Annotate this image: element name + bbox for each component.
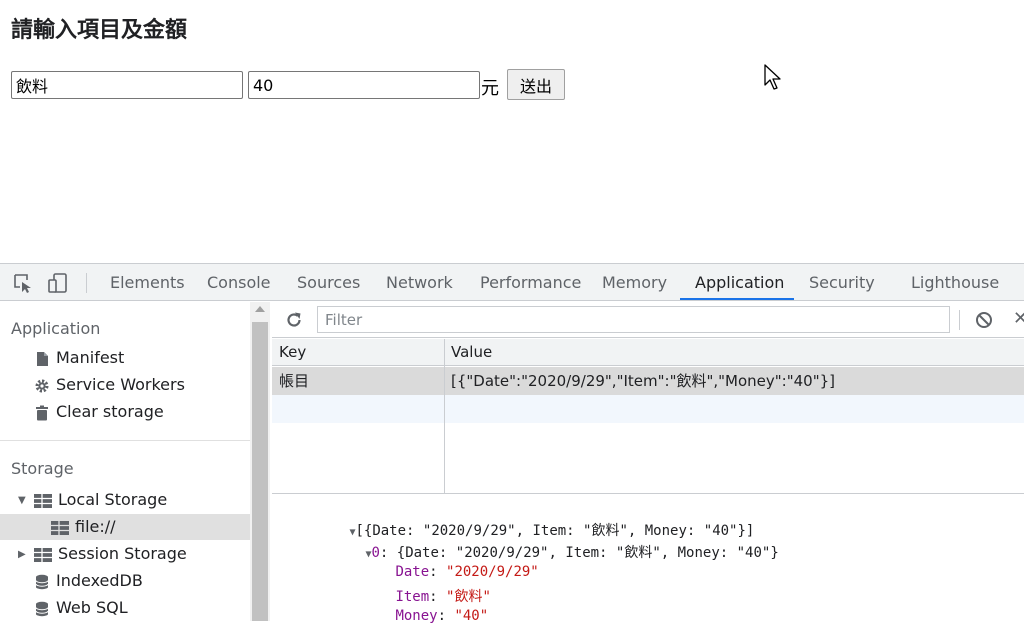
field-value: "40" [454, 608, 489, 624]
table-grid-icon [34, 547, 52, 562]
tab-security[interactable]: Security [809, 264, 875, 301]
sidebar-item-indexeddb[interactable]: IndexedDB [34, 568, 143, 594]
sidebar-item-local-storage[interactable]: Local Storage [34, 487, 167, 513]
sidebar-item-local-storage-file[interactable]: file:// [51, 514, 116, 540]
tab-memory[interactable]: Memory [602, 264, 667, 301]
sidebar-header-application: Application [11, 319, 101, 338]
column-divider[interactable] [444, 339, 445, 493]
sidebar-item-label: Session Storage [58, 544, 187, 563]
tab-network[interactable]: Network [386, 264, 453, 301]
table-header: Key Value [272, 339, 1024, 366]
database-icon [35, 601, 49, 616]
sidebar-item-label: IndexedDB [56, 571, 143, 590]
sidebar-item-label: Manifest [56, 348, 125, 367]
clear-all-icon[interactable] [975, 311, 993, 329]
tab-console[interactable]: Console [207, 264, 271, 301]
trash-icon [36, 405, 48, 420]
delete-selected-icon[interactable]: ✕ [1013, 308, 1024, 329]
table-grid-icon [51, 520, 69, 535]
scrollbar-thumb[interactable] [252, 322, 268, 621]
local-storage-view: ✕ Key Value 帳目 [{"Date":"2020/9/29","Ite… [272, 302, 1024, 624]
sidebar-selection-highlight [0, 514, 250, 540]
gear-icon [35, 379, 49, 392]
preview-field-money: Money: "40" [328, 592, 488, 640]
sidebar-header-storage: Storage [11, 459, 74, 478]
sidebar-item-label: file:// [75, 517, 116, 536]
sidebar-item-label: Web SQL [56, 598, 128, 617]
cell-key[interactable]: 帳目 [279, 367, 309, 395]
field-key: Money [395, 608, 438, 624]
table-row-empty[interactable] [272, 395, 1024, 423]
filter-input[interactable] [317, 306, 950, 333]
table-grid-icon [34, 493, 52, 508]
sidebar-item-session-storage[interactable]: Session Storage [34, 541, 187, 567]
page-heading: 請輸入項目及金額 [11, 18, 188, 43]
cell-value[interactable]: [{"Date":"2020/9/29","Item":"飲料","Money"… [451, 367, 835, 395]
sidebar-item-websql[interactable]: Web SQL [34, 595, 128, 621]
tab-elements[interactable]: Elements [110, 264, 185, 301]
toolbar-divider [959, 310, 960, 330]
tab-sources[interactable]: Sources [297, 264, 360, 301]
sidebar-item-clear-storage[interactable]: Clear storage [34, 399, 164, 425]
sidebar-divider [0, 440, 250, 441]
inspect-element-icon[interactable] [12, 272, 34, 294]
application-sidebar: Application Manifest Service Workers Cle… [0, 302, 250, 621]
money-input[interactable] [248, 71, 480, 99]
unit-label: 元 [481, 78, 499, 99]
database-icon [35, 574, 49, 589]
tabbar-divider [86, 273, 87, 293]
mouse-cursor-icon [764, 64, 781, 90]
expand-down-icon[interactable]: ▼ [18, 495, 26, 506]
column-header-key[interactable]: Key [279, 339, 306, 366]
device-toolbar-icon[interactable] [47, 272, 69, 294]
sidebar-item-label: Service Workers [56, 375, 185, 394]
sidebar-item-service-workers[interactable]: Service Workers [34, 372, 185, 398]
tab-lighthouse[interactable]: Lighthouse [911, 264, 999, 301]
table-row[interactable]: 帳目 [{"Date":"2020/9/29","Item":"飲料","Mon… [272, 367, 1024, 395]
devtools-tabbar: Elements Console Sources Network Perform… [0, 264, 1024, 301]
expand-right-icon[interactable]: ▶ [18, 549, 26, 560]
tab-performance[interactable]: Performance [480, 264, 581, 301]
value-preview: ▼[{Date: "2020/9/29", Item: "飲料", Money:… [272, 495, 1024, 624]
sidebar-item-label: Local Storage [58, 490, 168, 509]
sidebar-item-manifest[interactable]: Manifest [34, 345, 124, 371]
document-icon [37, 351, 48, 366]
preview-colon: : [437, 608, 455, 624]
sidebar-scrollbar[interactable] [250, 302, 270, 621]
submit-button[interactable]: 送出 [507, 69, 565, 100]
storage-toolbar: ✕ [272, 302, 1024, 338]
devtools-panel: Elements Console Sources Network Perform… [0, 263, 1024, 624]
refresh-icon[interactable] [284, 310, 304, 330]
column-header-value[interactable]: Value [451, 339, 492, 366]
active-tab-indicator [680, 298, 794, 300]
storage-table: Key Value 帳目 [{"Date":"2020/9/29","Item"… [272, 339, 1024, 494]
sidebar-item-label: Clear storage [56, 402, 164, 421]
item-input[interactable] [11, 71, 243, 99]
tab-application[interactable]: Application [695, 264, 784, 301]
scroll-up-arrow-icon[interactable] [255, 306, 265, 312]
